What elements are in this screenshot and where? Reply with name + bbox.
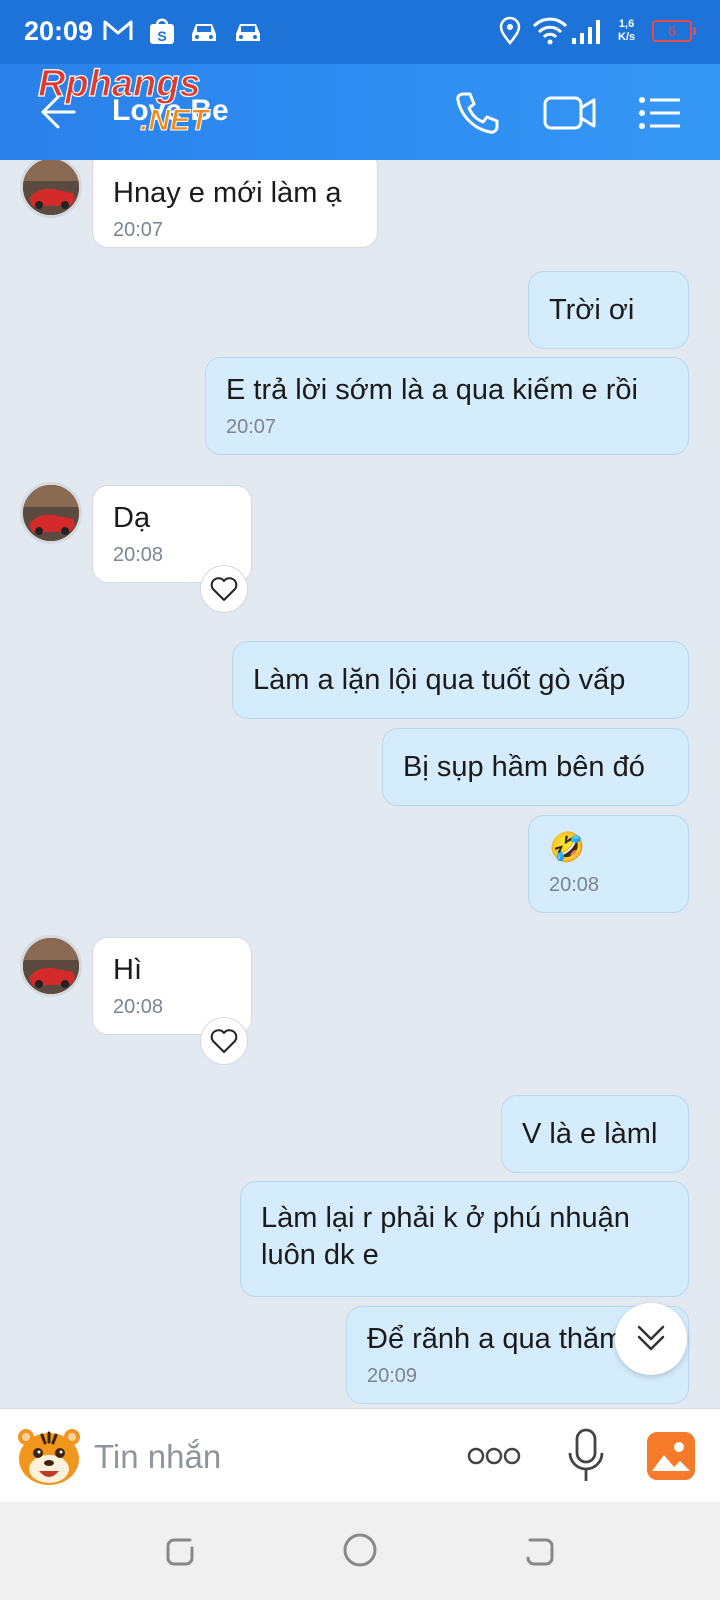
recent-apps-icon[interactable] [160, 1530, 200, 1570]
status-time: 20:09 [24, 16, 94, 46]
svg-text:Rphangs: Rphangs [38, 63, 201, 105]
message-text: Trời ơi [549, 294, 635, 326]
outgoing-message[interactable]: V là e làml [501, 1095, 689, 1173]
message-time: 20:07 [113, 219, 164, 241]
avatar-image [23, 485, 79, 541]
gmail-icon [103, 20, 133, 40]
message-input[interactable] [92, 1431, 436, 1483]
network-speed-unit: K/s [618, 31, 636, 43]
outgoing-message[interactable]: Làm lại r phải k ở phú nhuận luôn dk e [240, 1181, 689, 1297]
status-bar: 20:09 S 1,6 K/s 6 [0, 0, 720, 64]
message-text: Để rãnh a qua thăm [367, 1323, 624, 1355]
phone-icon[interactable] [452, 88, 502, 138]
microphone-icon[interactable] [566, 1427, 606, 1485]
scroll-to-bottom-button[interactable] [615, 1303, 687, 1375]
message-time: 20:08 [113, 544, 164, 566]
network-speed-value: 1,6 [618, 18, 635, 30]
back-nav-icon[interactable] [520, 1530, 560, 1570]
message-text: E trả lời sớm là a qua kiếm e rồi [226, 374, 638, 406]
contact-avatar[interactable] [20, 160, 82, 218]
gallery-image-icon[interactable] [646, 1431, 696, 1481]
location-icon [499, 16, 521, 46]
double-chevron-down-icon [637, 1325, 665, 1351]
wifi-icon [532, 17, 568, 45]
message-time: 20:07 [226, 416, 277, 438]
menu-list-icon[interactable] [636, 88, 684, 138]
message-text: Làm a lặn lội qua tuốt gò vấp [253, 664, 626, 696]
react-heart-button[interactable] [200, 1017, 248, 1065]
message-text: Hnay e mới làm ạ [113, 177, 342, 209]
car-icon [192, 24, 216, 41]
tiger-sticker-icon[interactable] [14, 1421, 84, 1491]
car-icon-2 [236, 24, 260, 41]
avatar-image [23, 938, 79, 994]
outgoing-message[interactable]: Trời ơi [528, 271, 689, 349]
watermark-logo: Rphangs .NET [37, 62, 211, 137]
outgoing-message[interactable]: Bị sụp hầm bên đó [382, 728, 689, 806]
chat-header: Love Be Rphangs .NET [0, 62, 720, 160]
outgoing-message[interactable]: Làm a lặn lội qua tuốt gò vấp [232, 641, 689, 719]
message-composer [0, 1408, 720, 1503]
message-text: Làm lại r phải k ở phú nhuận luôn dk e [261, 1202, 630, 1271]
video-call-icon[interactable] [542, 88, 598, 138]
react-heart-button[interactable] [200, 565, 248, 613]
outgoing-message[interactable]: E trả lời sớm là a qua kiếm e rồi 20:07 [205, 357, 689, 455]
avatar-image [23, 160, 79, 215]
svg-text:.NET: .NET [140, 104, 211, 137]
heart-icon [210, 1029, 238, 1053]
incoming-message[interactable]: Hnay e mới làm ạ 20:07 [92, 160, 378, 248]
heart-icon [210, 577, 238, 601]
message-text: Hì [113, 954, 142, 986]
system-navigation-bar [0, 1502, 720, 1600]
contact-avatar[interactable] [20, 482, 82, 544]
network-speed: 1,6 K/s [618, 18, 635, 44]
battery-icon: 6 [652, 20, 696, 42]
message-emoji: 🤣 [549, 832, 586, 864]
message-time: 20:08 [113, 996, 164, 1018]
message-time: 20:08 [549, 874, 600, 896]
message-text: Dạ [113, 502, 151, 534]
contact-avatar[interactable] [20, 935, 82, 997]
svg-text:S: S [157, 28, 166, 44]
more-dots-icon[interactable] [466, 1439, 522, 1473]
outgoing-message[interactable]: 🤣 20:08 [528, 815, 689, 913]
message-list[interactable]: Hnay e mới làm ạ 20:07 Trời ơi E trả lời… [0, 160, 720, 1408]
message-text: Bị sụp hầm bên đó [403, 751, 645, 783]
home-icon[interactable] [340, 1530, 380, 1570]
signal-icon [572, 20, 600, 44]
shopee-icon: S [150, 18, 174, 44]
message-text: V là e làml [522, 1118, 658, 1150]
